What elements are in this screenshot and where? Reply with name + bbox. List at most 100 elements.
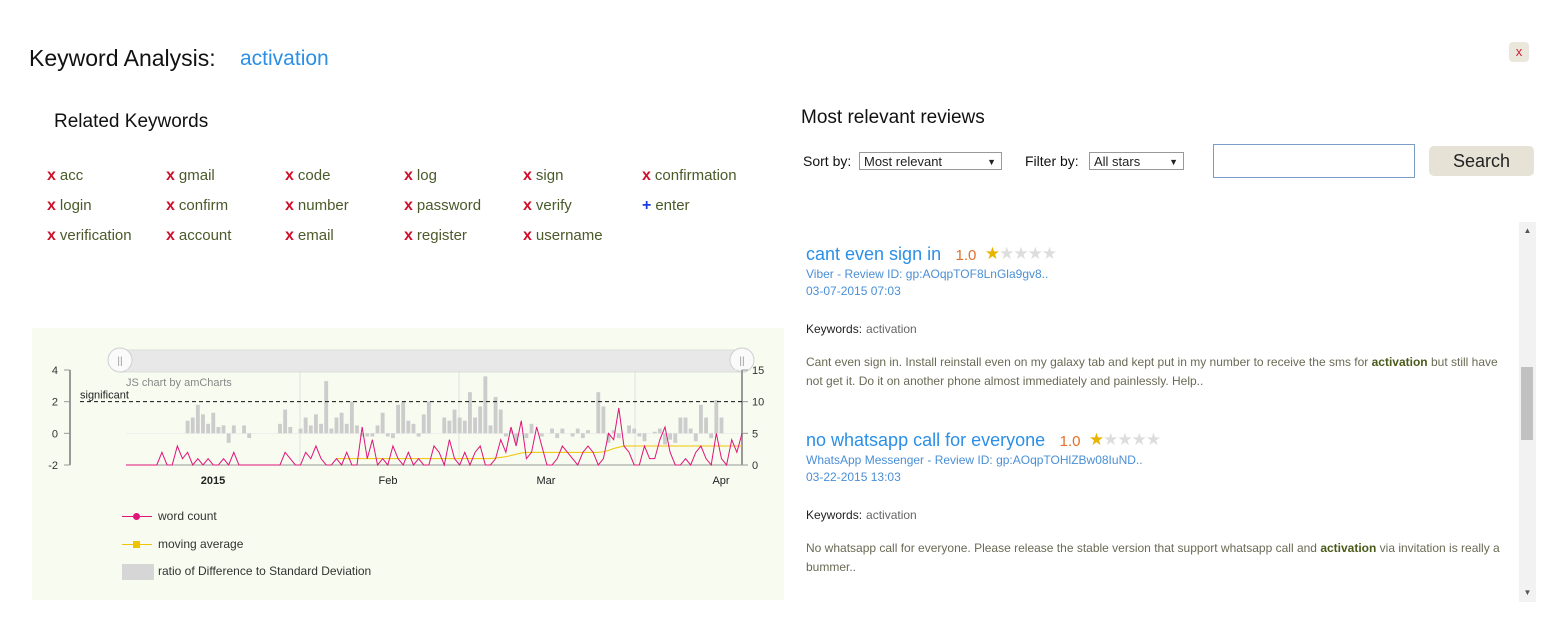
related-keyword-number[interactable]: x number: [285, 197, 349, 215]
ratio-bar: [391, 433, 395, 439]
search-input[interactable]: [1213, 144, 1415, 178]
ratio-bar: [303, 417, 308, 434]
filter-select-value: All stars: [1094, 154, 1141, 169]
right-axis-tick-label: 5: [752, 428, 758, 440]
ratio-bar: [411, 423, 416, 434]
ratio-bar: [586, 430, 590, 434]
ratio-bar: [426, 401, 431, 434]
ratio-bar: [319, 423, 323, 434]
related-keyword-label: confirm: [178, 197, 229, 214]
ratio-bar: [324, 381, 329, 434]
ratio-bar: [601, 406, 606, 434]
grip-icon: ||: [117, 356, 122, 367]
reviews-scrollbar[interactable]: ▲ ▼: [1519, 222, 1536, 602]
ratio-bar: [709, 433, 714, 439]
related-keyword-username[interactable]: x username: [523, 227, 603, 245]
review-highlight: activation: [1371, 355, 1428, 369]
review-keywords-label: Keywords:: [806, 322, 863, 336]
ratio-bar: [498, 409, 503, 434]
ratio-bar: [524, 433, 529, 439]
remove-keyword-icon[interactable]: x: [47, 227, 56, 244]
remove-keyword-icon[interactable]: x: [166, 227, 175, 244]
ratio-bar: [719, 417, 724, 434]
review-meta[interactable]: Viber - Review ID: gp:AOqpTOF8LnGla9gv8.…: [806, 267, 1506, 281]
remove-keyword-icon[interactable]: x: [523, 227, 532, 244]
remove-keyword-icon[interactable]: x: [404, 197, 413, 214]
review-item: no whatsapp call for everyone 1.0 ★★★★★ …: [806, 430, 1506, 577]
scroll-down-arrow-icon[interactable]: ▼: [1519, 588, 1536, 597]
reviews-list[interactable]: cant even sign in 1.0 ★★★★★ Viber - Revi…: [797, 222, 1537, 602]
sort-select-value: Most relevant: [864, 154, 943, 169]
ratio-bar: [570, 433, 575, 437]
chevron-down-icon: ▼: [1169, 157, 1178, 167]
remove-keyword-icon[interactable]: x: [523, 197, 532, 214]
remove-keyword-icon[interactable]: x: [285, 227, 294, 244]
ratio-bar: [488, 425, 493, 434]
add-keyword-icon[interactable]: +: [642, 197, 651, 214]
review-meta[interactable]: WhatsApp Messenger - Review ID: gp:AOqpT…: [806, 453, 1506, 467]
related-keyword-password[interactable]: x password: [404, 197, 481, 215]
review-title[interactable]: no whatsapp call for everyone: [806, 430, 1045, 450]
remove-keyword-icon[interactable]: x: [166, 167, 175, 184]
related-keyword-verification[interactable]: x verification: [47, 227, 132, 245]
ratio-bar: [396, 404, 400, 434]
remove-keyword-icon[interactable]: x: [285, 167, 294, 184]
related-keyword-confirmation[interactable]: x confirmation: [642, 167, 737, 185]
keyword-title: activation: [240, 47, 329, 70]
review-title[interactable]: cant even sign in: [806, 244, 941, 264]
related-keyword-label: confirmation: [654, 167, 737, 184]
scrollbar-thumb[interactable]: [1521, 367, 1533, 440]
related-keyword-label: code: [297, 167, 331, 184]
filter-label: Filter by:: [1025, 153, 1079, 169]
related-keyword-label: verification: [59, 227, 132, 244]
sort-select[interactable]: Most relevant ▼: [859, 152, 1002, 170]
related-keyword-label: password: [416, 197, 482, 214]
review-rating: 1.0: [1059, 433, 1081, 450]
ratio-bar: [580, 433, 585, 439]
related-keyword-label: email: [297, 227, 334, 244]
significance-label: significant: [80, 390, 129, 402]
related-keyword-enter[interactable]: + enter: [642, 197, 690, 215]
review-body: Cant even sign in. Install reinstall eve…: [806, 355, 1498, 388]
legend-word-count[interactable]: word count: [122, 509, 217, 523]
related-keyword-login[interactable]: x login: [47, 197, 92, 215]
remove-keyword-icon[interactable]: x: [47, 167, 56, 184]
related-keyword-code[interactable]: x code: [285, 167, 330, 185]
remove-keyword-icon[interactable]: x: [166, 197, 175, 214]
related-keyword-acc[interactable]: x acc: [47, 167, 83, 185]
page-title: Keyword Analysis:: [29, 45, 216, 71]
related-keyword-account[interactable]: x account: [166, 227, 231, 245]
ratio-bar: [375, 425, 380, 434]
close-button[interactable]: x: [1509, 42, 1529, 62]
ratio-bar: [283, 409, 288, 434]
ratio-bar: [406, 420, 411, 434]
remove-keyword-icon[interactable]: x: [47, 197, 56, 214]
remove-keyword-icon[interactable]: x: [523, 167, 532, 184]
remove-keyword-icon[interactable]: x: [285, 197, 294, 214]
related-keyword-label: account: [178, 227, 232, 244]
related-keyword-confirm[interactable]: x confirm: [166, 197, 228, 215]
related-keyword-log[interactable]: x log: [404, 167, 437, 185]
remove-keyword-icon[interactable]: x: [404, 227, 413, 244]
filter-select[interactable]: All stars ▼: [1089, 152, 1184, 170]
chart-scrollbar: [119, 349, 747, 373]
related-keyword-verify[interactable]: x verify: [523, 197, 572, 215]
related-keyword-email[interactable]: x email: [285, 227, 334, 245]
review-keywords: Keywords: activation: [806, 508, 1506, 522]
right-axis-tick-label: 0: [752, 460, 758, 472]
ratio-bar: [637, 433, 642, 437]
related-keyword-register[interactable]: x register: [404, 227, 467, 245]
ratio-bar: [334, 417, 339, 434]
search-button[interactable]: Search: [1429, 146, 1534, 176]
scroll-up-arrow-icon[interactable]: ▲: [1519, 226, 1536, 235]
ratio-bar: [201, 414, 205, 434]
related-keyword-sign[interactable]: x sign: [523, 167, 563, 185]
legend-moving-average[interactable]: moving average: [122, 537, 243, 551]
ratio-bar: [380, 412, 385, 434]
related-keyword-label: enter: [655, 197, 690, 214]
ratio-bar: [298, 428, 303, 434]
related-keyword-gmail[interactable]: x gmail: [166, 167, 215, 185]
remove-keyword-icon[interactable]: x: [404, 167, 413, 184]
legend-ratio[interactable]: ratio of Difference to Standard Deviatio…: [122, 564, 371, 580]
remove-keyword-icon[interactable]: x: [642, 167, 651, 184]
